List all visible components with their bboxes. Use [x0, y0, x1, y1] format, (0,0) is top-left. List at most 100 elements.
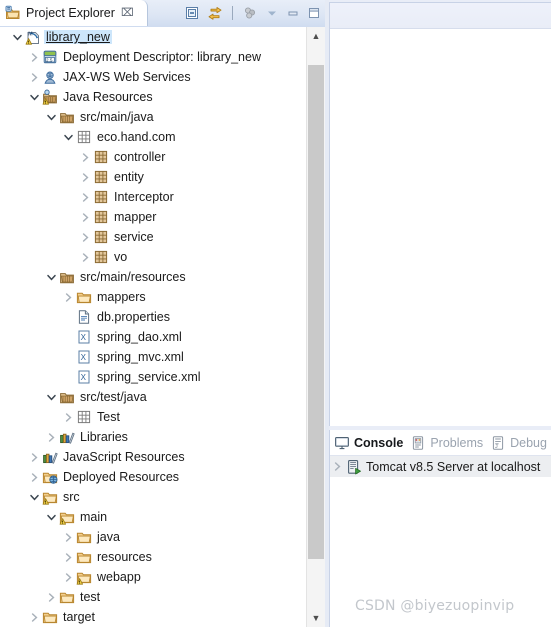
tab-problems[interactable]: Problems — [410, 430, 484, 455]
chevron-right-icon[interactable] — [62, 552, 75, 563]
tree-item-label: mapper — [114, 210, 157, 224]
tree-item-label: Deployment Descriptor: library_new — [63, 50, 261, 64]
tree-item[interactable]: Xspring_dao.xml — [0, 327, 307, 347]
package-icon — [92, 149, 109, 165]
chevron-right-icon[interactable] — [79, 232, 92, 243]
tree-item[interactable]: Xspring_mvc.xml — [0, 347, 307, 367]
tree-item[interactable]: controller — [0, 147, 307, 167]
tree-item-label: spring_dao.xml — [97, 330, 182, 344]
tree-item[interactable]: webapp — [0, 567, 307, 587]
right-panel: Console Problems J Debug Tomcat v8.5 Server… — [329, 0, 551, 627]
tab-label: Problems — [430, 435, 484, 450]
chevron-right-icon[interactable] — [45, 432, 58, 443]
svg-text:X: X — [80, 333, 86, 342]
chevron-right-icon[interactable] — [330, 461, 345, 472]
chevron-down-icon[interactable] — [28, 92, 41, 103]
tree-item[interactable]: Xspring_service.xml — [0, 367, 307, 387]
chevron-right-icon[interactable] — [28, 612, 41, 623]
editor-area — [329, 2, 551, 426]
xml-file-icon: X — [75, 369, 92, 385]
tree-item[interactable]: entity — [0, 167, 307, 187]
chevron-down-icon[interactable] — [45, 272, 58, 283]
java-resources-icon — [41, 89, 58, 105]
collapse-all-button[interactable] — [184, 5, 200, 21]
chevron-down-icon[interactable] — [62, 132, 75, 143]
chevron-down-icon[interactable] — [265, 6, 279, 20]
tree-item-label: resources — [97, 550, 152, 564]
chevron-down-icon[interactable] — [45, 112, 58, 123]
package-icon — [92, 169, 109, 185]
tree-item[interactable]: Test — [0, 407, 307, 427]
tree-item[interactable]: eco.hand.com — [0, 127, 307, 147]
chevron-right-icon[interactable] — [79, 152, 92, 163]
tree-item[interactable]: JavaScript Resources — [0, 447, 307, 467]
tree-item[interactable]: test — [0, 587, 307, 607]
project-tree-vertical-scrollbar[interactable]: ▲ ▼ — [306, 27, 325, 627]
chevron-down-icon[interactable] — [45, 512, 58, 523]
folder-warning-icon — [75, 569, 92, 585]
chevron-right-icon[interactable] — [62, 292, 75, 303]
tree-item[interactable]: src/main/java — [0, 107, 307, 127]
tab-debug[interactable]: J Debug — [490, 430, 547, 455]
tree-item[interactable]: mappers — [0, 287, 307, 307]
chevron-right-icon[interactable] — [79, 252, 92, 263]
tree-item-label: target — [63, 610, 95, 624]
tree-item[interactable]: target — [0, 607, 307, 627]
chevron-right-icon[interactable] — [28, 452, 41, 463]
tree-item-label: JAX-WS Web Services — [63, 70, 191, 84]
chevron-right-icon[interactable] — [45, 592, 58, 603]
chevron-right-icon[interactable] — [79, 192, 92, 203]
console-tree-item[interactable]: Tomcat v8.5 Server at localhost — [330, 456, 551, 477]
tree-item-label: src/main/java — [80, 110, 154, 124]
xml-file-icon: X — [75, 349, 92, 365]
close-icon[interactable]: ⌧ — [121, 7, 134, 19]
scroll-down-arrow-icon[interactable]: ▼ — [307, 609, 325, 627]
source-folder-icon — [58, 269, 75, 285]
chevron-right-icon[interactable] — [28, 52, 41, 63]
scroll-up-arrow-icon[interactable]: ▲ — [307, 27, 325, 45]
tree-item[interactable]: Interceptor — [0, 187, 307, 207]
chevron-right-icon[interactable] — [62, 532, 75, 543]
console-tabstrip: Console Problems J Debug — [330, 430, 551, 456]
chevron-right-icon[interactable] — [28, 72, 41, 83]
tree-item[interactable]: db.properties — [0, 307, 307, 327]
view-menu-button[interactable] — [242, 5, 258, 21]
editor-body[interactable] — [330, 29, 551, 426]
maximize-button[interactable] — [307, 6, 321, 20]
tree-item[interactable]: mapper — [0, 207, 307, 227]
tree-item[interactable]: java — [0, 527, 307, 547]
tree-item[interactable]: 2.5 Deployment Descriptor: library_new — [0, 47, 307, 67]
tree-item-label: mappers — [97, 290, 146, 304]
tree-item[interactable]: main — [0, 507, 307, 527]
tree-item[interactable]: src/main/resources — [0, 267, 307, 287]
tree-item[interactable]: service — [0, 227, 307, 247]
watermark: CSDN @biyezuopinvip — [355, 598, 515, 614]
chevron-down-icon[interactable] — [28, 492, 41, 503]
tree-item[interactable]: Deployed Resources — [0, 467, 307, 487]
tree-item[interactable]: JAX-WS Web Services — [0, 67, 307, 87]
package-icon — [92, 209, 109, 225]
console-icon — [334, 435, 350, 451]
chevron-right-icon[interactable] — [79, 212, 92, 223]
link-with-editor-button[interactable] — [207, 5, 223, 21]
tree-item[interactable]: Libraries — [0, 427, 307, 447]
tab-console[interactable]: Console — [334, 430, 403, 455]
minimize-button[interactable] — [286, 6, 300, 20]
tree-item[interactable]: Mlibrary_new — [0, 27, 307, 47]
tree-item[interactable]: vo — [0, 247, 307, 267]
tree-item[interactable]: src/test/java — [0, 387, 307, 407]
tree-item-label: Test — [97, 410, 120, 424]
tree-item[interactable]: resources — [0, 547, 307, 567]
tree-item[interactable]: src — [0, 487, 307, 507]
tree-item[interactable]: Java Resources — [0, 87, 307, 107]
console-tree-item-label: Tomcat v8.5 Server at localhost — [366, 459, 541, 474]
folder-icon — [75, 529, 92, 545]
scrollbar-thumb[interactable] — [308, 65, 324, 559]
chevron-right-icon[interactable] — [62, 572, 75, 583]
chevron-down-icon[interactable] — [45, 392, 58, 403]
chevron-right-icon[interactable] — [62, 412, 75, 423]
chevron-right-icon[interactable] — [79, 172, 92, 183]
chevron-down-icon[interactable] — [11, 32, 24, 43]
tab-project-explorer[interactable]: Project Explorer ⌧ — [0, 0, 148, 26]
chevron-right-icon[interactable] — [28, 472, 41, 483]
